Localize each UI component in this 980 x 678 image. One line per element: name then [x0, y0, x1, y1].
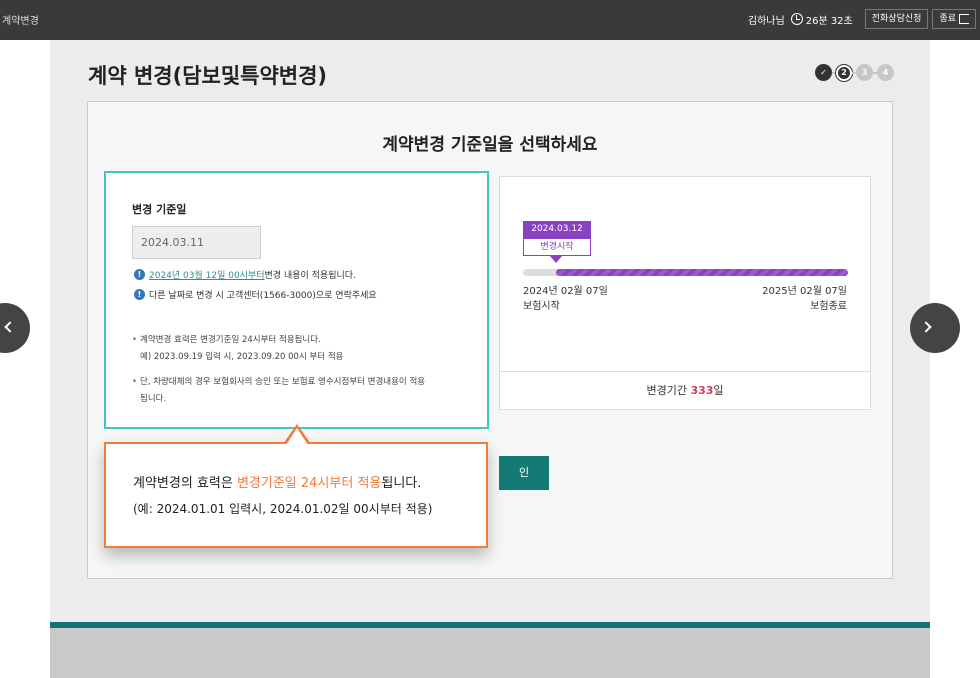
insurance-end-date: 2025년 02월 07일	[762, 286, 847, 297]
change-marker	[550, 256, 562, 263]
period-prefix: 변경기간	[646, 384, 691, 397]
period-track	[523, 269, 848, 276]
tooltip-callout: 계약변경의 효력은 변경기준일 24시부터 적용됩니다. (예: 2024.01…	[104, 424, 488, 548]
change-period-summary: 변경기간 333일	[500, 371, 870, 409]
app-title: 계약변경	[2, 16, 39, 27]
period-days: 333	[690, 384, 714, 397]
note-2-text: 단, 차량대체의 경우 보험회사의 승인 또는 보험료 영수시점부터 변경내용이…	[140, 377, 426, 387]
insurance-start-date: 2024년 02월 07일	[523, 286, 608, 297]
info-effective-date: ! 2024년 03월 12일 00시부터 변경 내용이 적용됩니다.	[134, 268, 356, 281]
confirm-button[interactable]: 인	[499, 456, 549, 490]
top-bar-right: 김하나님 26분 32초 전화상담신청 종료	[748, 8, 980, 30]
exit-icon	[959, 13, 969, 24]
change-period-bar	[555, 269, 848, 276]
chevron-left-icon[interactable]	[0, 303, 30, 353]
effective-date-link: 2024년 03월 12일 00시부터	[149, 271, 265, 281]
top-bar: 계약변경 김하나님 26분 32초 전화상담신청 종료	[0, 0, 980, 40]
note-2: • 단, 차량대체의 경우 보험회사의 승인 또는 보험료 영수시점부터 변경내용…	[132, 377, 426, 387]
note-1-text: 계약변경 효력은 변경기준일 24시부터 적용됩니다.	[140, 335, 321, 345]
change-start-tag: 변경시작	[523, 238, 591, 256]
info-contact-text: 다른 날짜로 변경 시 고객센터(1566-3000)으로 연락주세요	[149, 291, 377, 301]
change-date-tag: 2024.03.12	[523, 221, 591, 238]
note-2-continued: 됩니다.	[140, 394, 167, 404]
step-4: 4	[877, 64, 894, 81]
section-heading: 계약변경 기준일을 선택하세요	[382, 135, 598, 155]
exit-button[interactable]: 종료	[932, 9, 976, 29]
timeline-card: 2024.03.12 변경시작 2024년 02월 07일 보험시작 2025년…	[499, 176, 871, 410]
period-suffix: 일	[713, 384, 724, 397]
callout-accent: 변경기준일 24시부터 적용	[236, 476, 382, 491]
clock-icon	[790, 13, 803, 25]
phone-consult-button[interactable]: 전화상담신청	[864, 9, 929, 29]
note-1-example: 예) 2023.09.19 입력 시, 2023.09.20 00시 부터 적용	[140, 352, 344, 362]
info-icon: !	[134, 269, 145, 280]
insurance-end-label: 보험종료	[810, 301, 847, 312]
callout-pointer-fill	[286, 428, 308, 445]
user-name: 김하나님	[747, 15, 785, 27]
step-3: 3	[856, 64, 873, 81]
info-text: 변경 내용이 적용됩니다.	[264, 271, 356, 281]
insurance-start-label: 보험시작	[523, 301, 560, 312]
note-1: • 계약변경 효력은 변경기준일 24시부터 적용됩니다.	[132, 335, 321, 345]
page-title: 계약 변경(담보및특약변경)	[88, 64, 328, 88]
step-2: 2	[836, 64, 852, 81]
callout-suffix: 됩니다.	[381, 476, 422, 491]
step-1-check-icon: ✓	[815, 64, 832, 81]
footer-area	[50, 628, 930, 678]
exit-label: 종료	[939, 14, 956, 24]
callout-line-2: (예: 2024.01.01 입력시, 2024.01.02일 00시부터 적용…	[133, 502, 433, 516]
field-title: 변경 기준일	[132, 203, 187, 216]
callout-line-1: 계약변경의 효력은 변경기준일 24시부터 적용됩니다.	[133, 472, 421, 491]
callout-prefix: 계약변경의 효력은	[133, 476, 237, 491]
step-indicator: ✓ 2 3 4	[815, 64, 894, 81]
info-contact: ! 다른 날짜로 변경 시 고객센터(1566-3000)으로 연락주세요	[134, 288, 377, 301]
chevron-right-icon[interactable]	[910, 303, 960, 353]
info-icon: !	[134, 289, 145, 300]
session-timer: 26분 32초	[805, 15, 853, 27]
change-date-form: 변경 기준일 ! 2024년 03월 12일 00시부터 변경 내용이 적용됩니…	[104, 171, 489, 429]
change-date-input[interactable]	[132, 226, 261, 259]
